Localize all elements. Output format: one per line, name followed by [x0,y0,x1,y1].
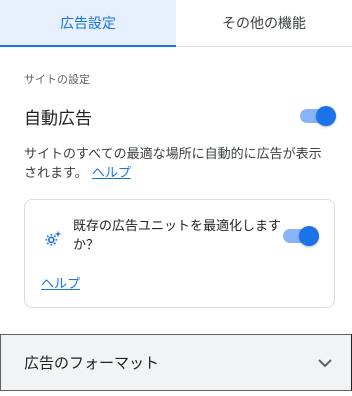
auto-ads-description-text: サイトのすべての最適な場所に自動的に広告が表示されます。 [24,147,322,181]
ad-formats-accordion[interactable]: 広告のフォーマット [0,334,352,391]
tab-bar: 広告設定 その他の機能 [0,0,352,47]
gear-sparkle-icon [45,230,62,246]
optimize-ad-units-text: 既存の広告ユニットを最適化しますか？ [73,219,282,253]
section-label-site-settings: サイトの設定 [24,73,90,86]
auto-ads-description: サイトのすべての最適な場所に自動的に広告が表示されます。 ヘルプ [24,145,324,183]
auto-ads-help-link[interactable]: ヘルプ [92,166,131,181]
optimize-ad-units-toggle[interactable] [283,226,319,246]
auto-ads-toggle[interactable] [300,106,336,126]
chevron-down-icon [318,359,332,368]
toggle-knob [316,106,336,126]
auto-ads-title: 自動広告 [24,109,92,129]
optimize-ad-units-card: 既存の広告ユニットを最適化しますか？ ヘルプ [24,199,335,308]
tab-ad-settings[interactable]: 広告設定 [0,0,176,47]
ad-formats-title: 広告のフォーマット [24,354,160,372]
tab-other-features[interactable]: その他の機能 [176,0,352,46]
optimize-help-link[interactable]: ヘルプ [41,273,80,292]
toggle-knob [299,226,319,246]
